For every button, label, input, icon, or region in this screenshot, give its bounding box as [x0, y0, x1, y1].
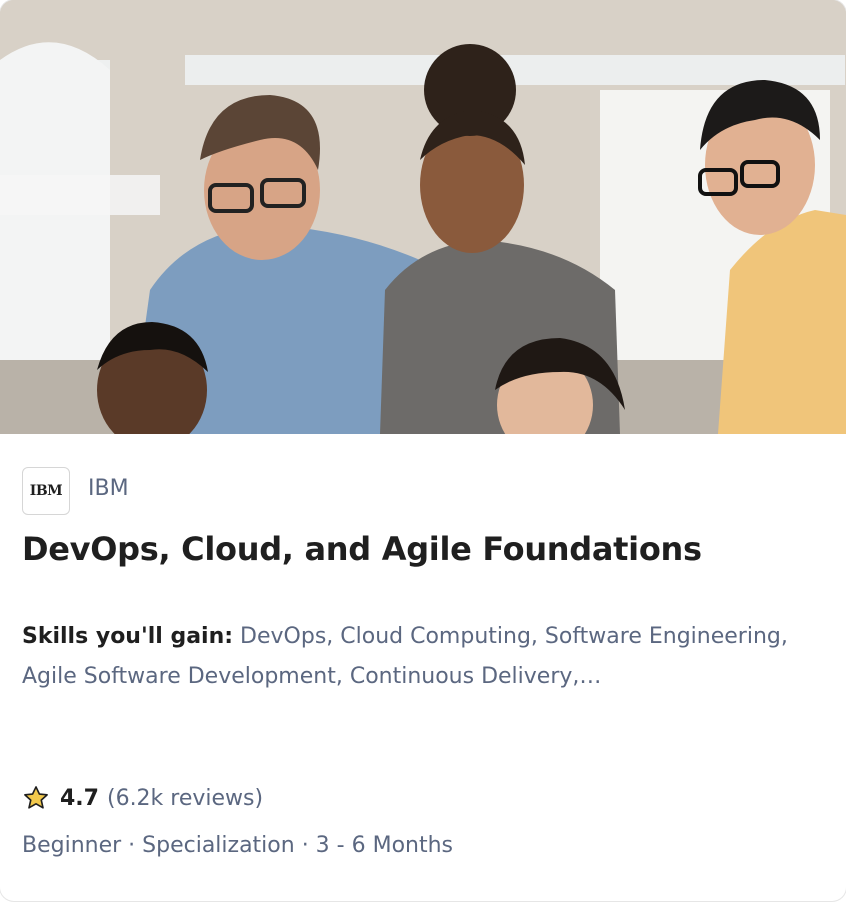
- course-title[interactable]: DevOps, Cloud, and Agile Foundations: [22, 530, 822, 568]
- rating: 4.7 (6.2k reviews): [22, 784, 263, 812]
- partner-name: IBM: [88, 476, 129, 501]
- partner-logo: IBM: [22, 467, 70, 515]
- rating-score: 4.7: [60, 785, 99, 811]
- course-card[interactable]: IBM IBM DevOps, Cloud, and Agile Foundat…: [0, 0, 846, 901]
- review-count: (6.2k reviews): [106, 785, 264, 811]
- course-image[interactable]: [0, 0, 846, 434]
- star-icon: [24, 786, 48, 809]
- skills-label: Skills you'll gain:: [22, 624, 234, 649]
- course-meta: Beginner · Specialization · 3 - 6 Months: [22, 833, 454, 858]
- people-photo: [0, 0, 846, 434]
- partner-logo-text: IBM: [29, 483, 63, 499]
- skills-section: Skills you'll gain: DevOps, Cloud Comput…: [22, 617, 802, 697]
